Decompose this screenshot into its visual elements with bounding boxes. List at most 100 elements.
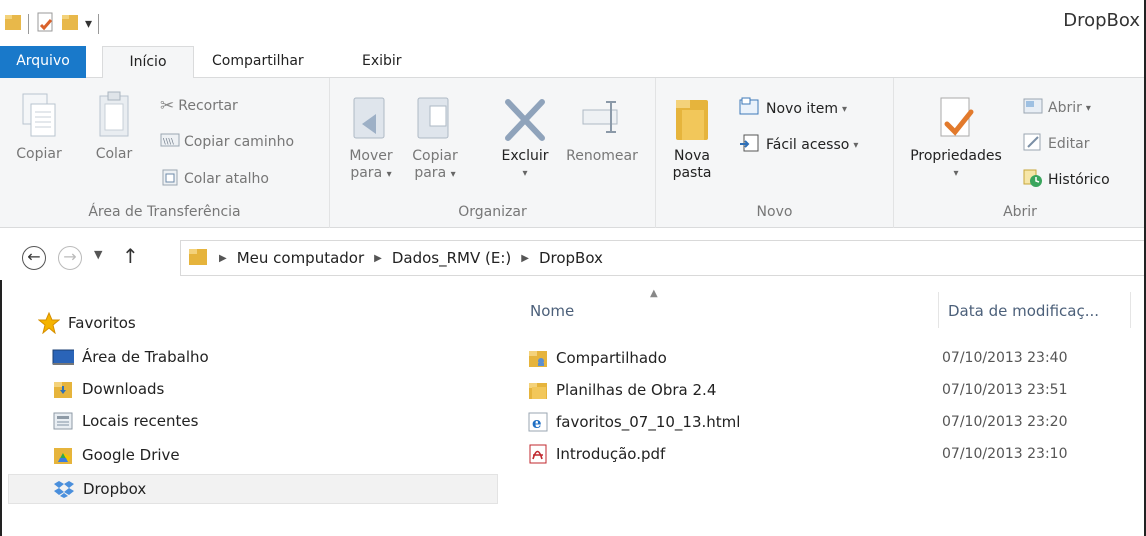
file-date: 07/10/2013 23:10 — [942, 446, 1068, 462]
copy-path-button[interactable]: \\\\ Copiar caminho — [160, 132, 294, 152]
easy-access-button[interactable]: Fácil acesso ▾ — [738, 132, 858, 158]
breadcrumb-separator-icon[interactable]: ▶ — [219, 253, 227, 264]
tab-share[interactable]: Compartilhar — [198, 46, 318, 78]
open-group-label: Abrir — [1003, 204, 1037, 220]
file-date: 07/10/2013 23:51 — [942, 382, 1068, 398]
forward-button[interactable]: → — [58, 246, 82, 270]
tab-home[interactable]: Início — [102, 46, 194, 79]
recent-places-icon — [52, 411, 74, 431]
paste-icon — [94, 91, 134, 146]
move-to-button[interactable]: Mover para ▾ — [342, 94, 400, 183]
open-icon — [1022, 96, 1044, 120]
address-row: ← → ▼ ↑ ▶ Meu computador ▶ Dados_RMV (E:… — [0, 236, 1146, 280]
back-arrow-icon: ← — [27, 247, 41, 266]
edit-button[interactable]: Editar — [1022, 132, 1089, 156]
paste-button[interactable]: Colar — [88, 90, 140, 163]
folder-icon — [526, 379, 550, 401]
cut-label: Recortar — [178, 98, 238, 114]
file-name: Compartilhado — [556, 349, 667, 367]
open-button[interactable]: Abrir ▾ — [1022, 96, 1091, 120]
breadcrumb-separator-icon[interactable]: ▶ — [521, 253, 529, 264]
title-bar: ▾ DropBox — [0, 0, 1146, 46]
breadcrumb-dropbox[interactable]: DropBox — [539, 249, 603, 267]
new-folder-icon[interactable] — [61, 12, 79, 36]
column-header-name[interactable]: Nome — [530, 302, 574, 320]
chevron-down-icon: ▾ — [522, 168, 528, 179]
copy-label: Copiar — [16, 146, 62, 162]
file-row[interactable]: Compartilhado 07/10/2013 23:40 — [526, 342, 1146, 374]
edit-icon — [1022, 132, 1044, 156]
window-title: DropBox — [1063, 10, 1140, 31]
nav-item-label: Locais recentes — [82, 412, 199, 430]
column-header-date[interactable]: Data de modificaç... — [948, 302, 1099, 320]
column-divider[interactable] — [1130, 292, 1131, 328]
copy-to-label-2: para — [414, 165, 447, 181]
clipboard-group: Copiar Colar ✂ Recortar \\\\ Copiar cami… — [0, 78, 330, 228]
rename-icon — [579, 101, 625, 148]
nav-item-dropbox[interactable]: Dropbox — [8, 474, 498, 504]
rename-label: Renomear — [566, 148, 638, 164]
file-row[interactable]: Planilhas de Obra 2.4 07/10/2013 23:51 — [526, 374, 1146, 406]
new-item-icon — [738, 96, 762, 122]
nav-item-label: Google Drive — [82, 446, 180, 464]
paste-shortcut-button[interactable]: Colar atalho — [160, 168, 269, 190]
tab-file[interactable]: Arquivo — [0, 46, 86, 78]
google-drive-icon — [52, 445, 74, 465]
up-arrow-icon[interactable]: ↑ — [122, 244, 139, 268]
move-to-label-1: Mover — [349, 148, 393, 164]
chevron-down-icon: ▾ — [1085, 102, 1091, 114]
new-group: Nova pasta Novo item ▾ Fácil acesso ▾ No… — [656, 78, 894, 228]
nav-item-recent[interactable]: Locais recentes — [8, 406, 498, 436]
chevron-down-icon: ▾ — [953, 168, 959, 179]
desktop-icon — [52, 347, 74, 367]
breadcrumb-separator-icon[interactable]: ▶ — [374, 253, 382, 264]
delete-button[interactable]: Excluir ▾ — [494, 94, 556, 182]
properties-button[interactable]: Propriedades ▾ — [902, 94, 1010, 182]
customize-qat-icon[interactable]: ▾ — [85, 16, 92, 32]
history-icon — [1022, 168, 1044, 192]
nav-item-desktop[interactable]: Área de Trabalho — [8, 342, 498, 372]
nav-favorites-label: Favoritos — [68, 314, 136, 332]
file-name: Planilhas de Obra 2.4 — [556, 381, 717, 399]
nav-favorites[interactable]: Favoritos — [8, 308, 498, 338]
file-row[interactable]: Introdução.pdf 07/10/2013 23:10 — [526, 438, 1146, 470]
nav-item-downloads[interactable]: Downloads — [8, 374, 498, 404]
organize-group: Mover para ▾ Copiar para ▾ Excluir ▾ Ren… — [330, 78, 656, 228]
move-to-icon — [348, 97, 394, 148]
qat-separator — [28, 14, 29, 34]
copy-button[interactable]: Copiar — [14, 90, 64, 163]
open-label: Abrir — [1048, 100, 1082, 116]
paste-label: Colar — [95, 146, 133, 162]
tab-view[interactable]: Exibir — [348, 46, 416, 78]
properties-icon[interactable] — [35, 12, 55, 36]
delete-label: Excluir — [501, 148, 549, 164]
address-bar[interactable]: ▶ Meu computador ▶ Dados_RMV (E:) ▶ Drop… — [180, 240, 1146, 276]
rename-button[interactable]: Renomear — [558, 94, 646, 165]
copy-path-label: Copiar caminho — [184, 134, 295, 150]
history-button[interactable]: Histórico — [1022, 168, 1110, 192]
dropbox-icon — [53, 479, 75, 499]
new-item-button[interactable]: Novo item ▾ — [738, 96, 847, 122]
chevron-down-icon: ▾ — [386, 169, 392, 180]
file-row[interactable]: e favoritos_07_10_13.html 07/10/2013 23:… — [526, 406, 1146, 438]
breadcrumb-computer[interactable]: Meu computador — [237, 249, 364, 267]
copy-to-label-1: Copiar — [412, 148, 458, 164]
copy-to-button[interactable]: Copiar para ▾ — [406, 94, 464, 183]
new-folder-button[interactable]: Nova pasta — [670, 94, 714, 182]
svg-text:e: e — [532, 414, 542, 432]
new-folder-icon — [672, 100, 712, 148]
cut-button[interactable]: ✂ Recortar — [160, 96, 238, 116]
pdf-icon — [526, 443, 550, 465]
column-divider[interactable] — [938, 292, 939, 328]
easy-access-icon — [738, 132, 762, 158]
breadcrumb-drive[interactable]: Dados_RMV (E:) — [392, 249, 511, 267]
clipboard-group-label: Área de Transferência — [88, 204, 241, 220]
file-date: 07/10/2013 23:20 — [942, 414, 1068, 430]
nav-item-google-drive[interactable]: Google Drive — [8, 440, 498, 470]
file-name: Introdução.pdf — [556, 445, 666, 463]
file-date: 07/10/2013 23:40 — [942, 350, 1068, 366]
back-button[interactable]: ← — [22, 246, 46, 270]
new-folder-label-1: Nova — [674, 148, 710, 164]
chevron-down-icon: ▾ — [853, 139, 859, 151]
recent-locations-chevron-icon[interactable]: ▼ — [94, 248, 102, 261]
